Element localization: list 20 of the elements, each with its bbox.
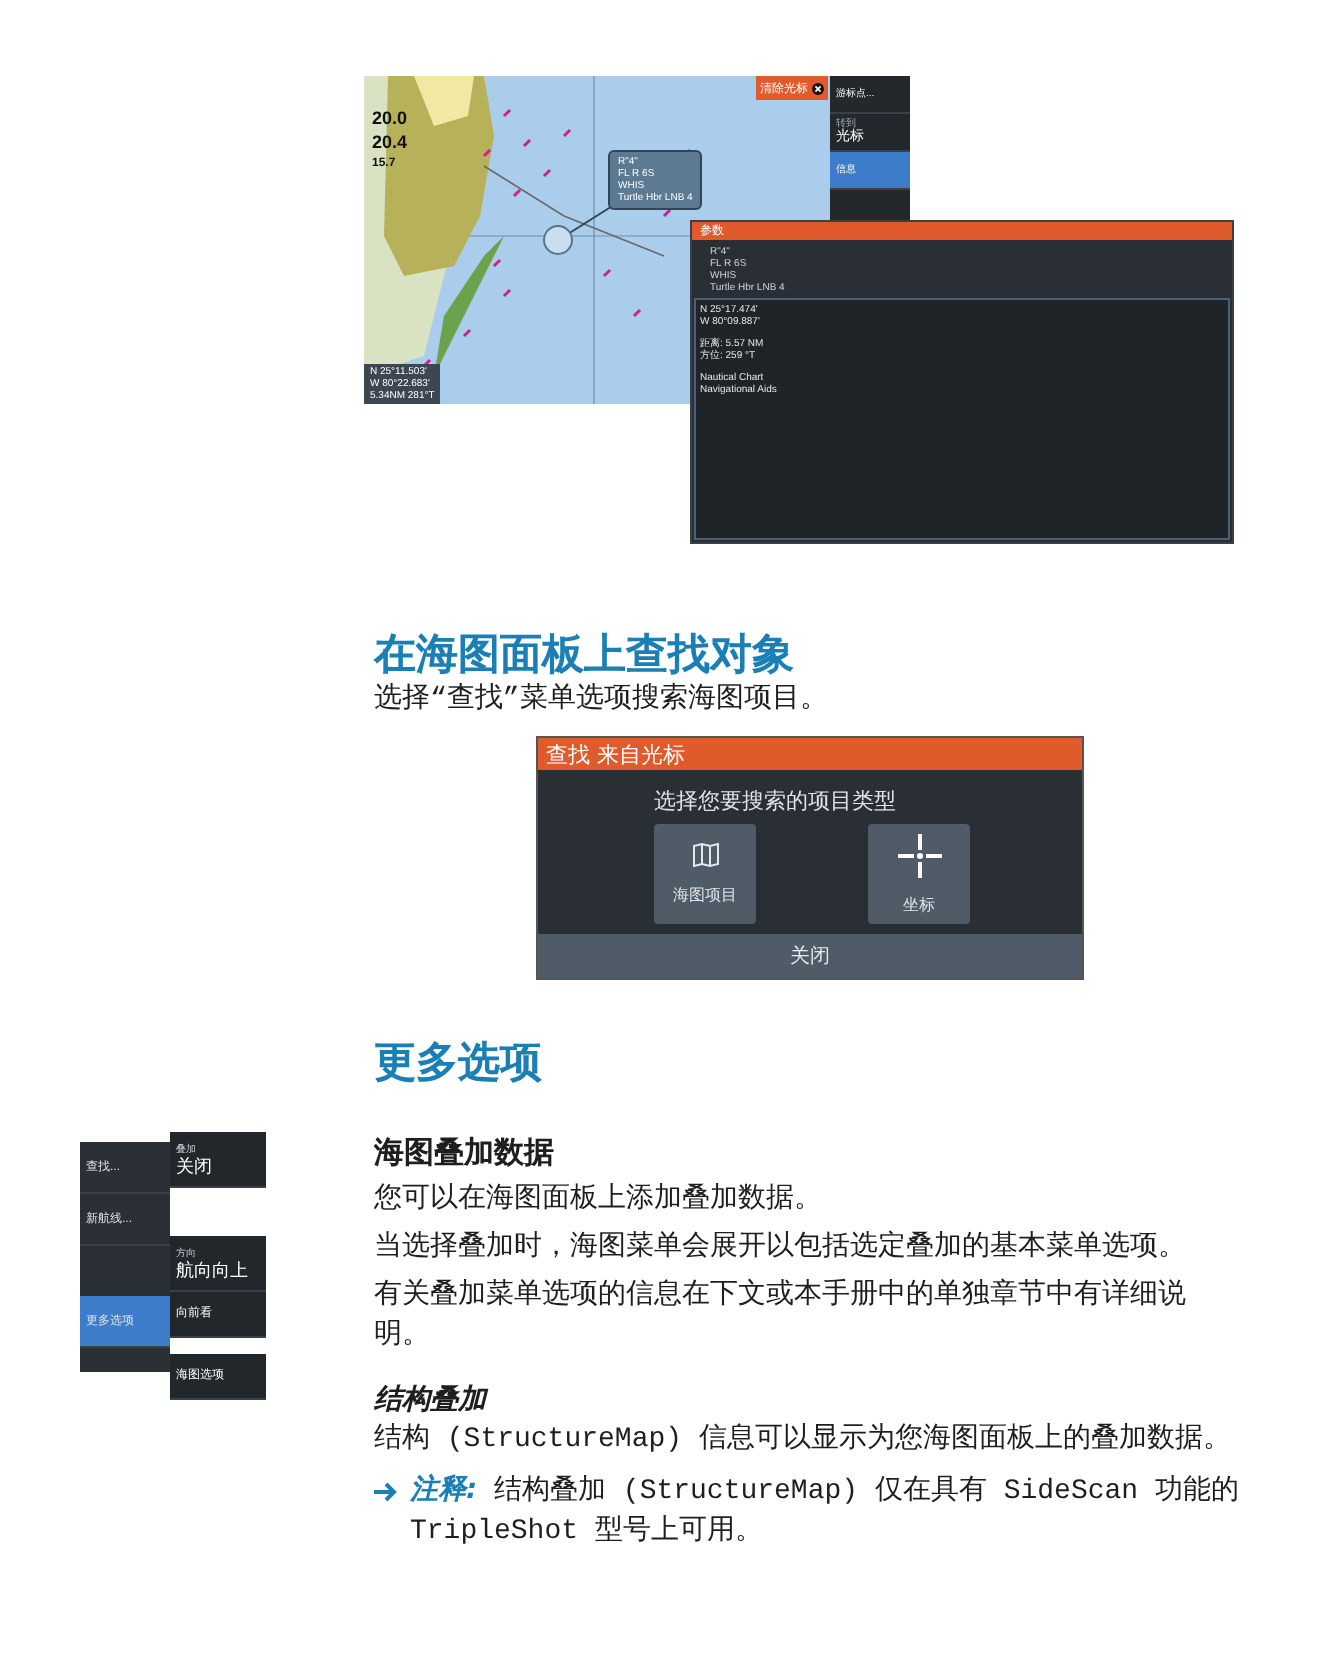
close-icon: [812, 81, 824, 95]
paragraph: 结构 (StructureMap) 信息可以显示为您海图面板上的叠加数据。: [374, 1421, 1233, 1460]
paragraph: 当选择叠加时，海图菜单会展开以包括选定叠加的基本菜单选项。: [374, 1228, 1188, 1268]
subsection-heading: 海图叠加数据: [374, 1132, 556, 1172]
close-button[interactable]: 关闭: [538, 934, 1082, 978]
section-heading: 更多选项: [374, 1036, 544, 1088]
paragraph: 选择“查找”菜单选项搜索海图项目。: [374, 680, 830, 720]
cursor-icon: [543, 225, 573, 255]
crosshair-icon: [897, 833, 941, 877]
paragraph: 您可以在海图面板上添加叠加数据。: [374, 1181, 824, 1220]
map-icon: [691, 842, 719, 868]
arrow-icon: [374, 1480, 398, 1504]
section-heading: 在海图面板上查找对象: [374, 628, 796, 680]
option-button[interactable]: 坐标: [868, 824, 970, 924]
dialog-title: 查找 来自光标: [538, 738, 1082, 770]
paragraph: 有关叠加菜单选项的信息在下文或本手册中的单独章节中有详细说明。: [374, 1276, 1188, 1356]
note-text: 注释: 结构叠加 (StructureMap) 仅在具有 SideScan 功能的 TripleShot 型号上可用。: [410, 1472, 1240, 1552]
option-button[interactable]: 海图项目: [654, 824, 756, 924]
subsection-heading: 结构叠加: [374, 1382, 491, 1420]
dialog-prompt: 选择您要搜索的项目类型: [652, 786, 898, 818]
